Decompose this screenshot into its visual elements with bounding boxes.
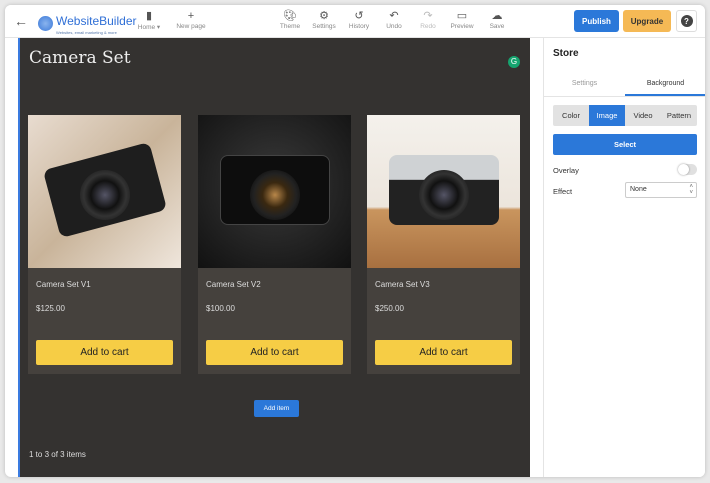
section-title[interactable]: Camera Set (29, 48, 131, 68)
product-name: Camera Set V1 (36, 280, 91, 289)
panel-tabs: Settings Background (544, 72, 705, 97)
grammarly-icon[interactable]: G (508, 56, 520, 68)
segment-image[interactable]: Image (589, 105, 625, 126)
product-image[interactable] (198, 115, 351, 268)
add-item-button[interactable]: Add item (254, 400, 299, 417)
effect-value: None (630, 186, 647, 193)
background-type-selector: Color Image Video Pattern (553, 105, 697, 126)
product-card: Camera Set V3 $250.00 Add to cart (367, 115, 520, 374)
product-card: Camera Set V2 $100.00 Add to cart (198, 115, 351, 374)
upgrade-button[interactable]: Upgrade (623, 10, 671, 32)
new-page-button[interactable]: + New page (173, 9, 209, 30)
item-count: 1 to 3 of 3 items (29, 450, 86, 459)
undo-button[interactable]: ↶ Undo (376, 9, 412, 30)
publish-button[interactable]: Publish (574, 10, 619, 32)
undo-icon: ↶ (389, 10, 399, 22)
product-name: Camera Set V3 (375, 280, 430, 289)
tool-label: Redo (420, 23, 436, 30)
tool-label: New page (176, 23, 206, 30)
product-image[interactable] (367, 115, 520, 268)
preview-button[interactable]: ▭ Preview (444, 9, 480, 30)
product-price: $100.00 (206, 304, 235, 313)
app-window: ← WebsiteBuilder Websites, email marketin… (5, 5, 705, 477)
palette-icon: 🎨︎ (283, 10, 297, 22)
plus-icon: + (187, 10, 195, 22)
theme-button[interactable]: 🎨︎ Theme (272, 9, 308, 30)
tab-settings[interactable]: Settings (544, 72, 625, 96)
tool-label: Home ▾ (137, 24, 161, 31)
product-price: $250.00 (375, 304, 404, 313)
product-image[interactable] (28, 115, 181, 268)
tab-background[interactable]: Background (625, 72, 705, 96)
top-toolbar: ← WebsiteBuilder Websites, email marketin… (5, 5, 705, 38)
redo-icon: ↷ (423, 10, 433, 22)
segment-video[interactable]: Video (625, 105, 661, 126)
help-button[interactable]: ? (676, 10, 697, 32)
product-name: Camera Set V2 (206, 280, 261, 289)
tool-label: Theme (279, 23, 301, 30)
segment-pattern[interactable]: Pattern (661, 105, 697, 126)
overlay-toggle[interactable] (678, 164, 697, 175)
chevron-up-down-icon: ˄ ˅ (689, 184, 693, 196)
history-icon: ↺ (354, 10, 364, 22)
redo-button[interactable]: ↷ Redo (410, 9, 446, 30)
back-arrow-icon[interactable]: ← (14, 13, 28, 29)
add-to-cart-button[interactable]: Add to cart (206, 340, 343, 365)
help-icon: ? (680, 15, 693, 27)
tool-label: Undo (386, 23, 402, 30)
properties-panel: Store Settings Background Color Image Vi… (543, 38, 705, 477)
product-card: Camera Set V1 $125.00 Add to cart (28, 115, 181, 374)
history-button[interactable]: ↺ History (341, 9, 377, 30)
cloud-icon: ☁ (491, 10, 503, 22)
effect-label: Effect (553, 187, 573, 196)
overlay-label: Overlay (553, 166, 579, 175)
monitor-icon: ▭ (456, 10, 468, 22)
logo: WebsiteBuilder Websites, email marketing … (38, 12, 136, 35)
settings-button[interactable]: ⚙ Settings (306, 9, 342, 30)
add-to-cart-button[interactable]: Add to cart (36, 340, 173, 365)
tool-label: Settings (312, 23, 336, 30)
save-button[interactable]: ☁ Save (479, 9, 515, 30)
page-icon: ▮ (145, 10, 153, 22)
logo-tagline: Websites, email marketing & more (56, 30, 117, 35)
gear-icon: ⚙ (319, 10, 329, 22)
globe-icon (38, 16, 53, 31)
effect-select[interactable]: None ˄ ˅ (625, 182, 697, 198)
tool-label: Preview (450, 23, 474, 30)
tool-label: History (348, 23, 370, 30)
home-page-dropdown[interactable]: ▮ Home ▾ (131, 9, 167, 31)
toggle-knob (678, 164, 689, 175)
segment-color[interactable]: Color (553, 105, 589, 126)
editor-canvas: Camera Set G Camera Set V1 $125.00 Add t… (18, 38, 530, 477)
product-price: $125.00 (36, 304, 65, 313)
panel-title: Store (553, 48, 579, 59)
logo-text: WebsiteBuilder (56, 14, 137, 28)
tool-label: Save (489, 23, 505, 30)
select-image-button[interactable]: Select (553, 134, 697, 155)
add-to-cart-button[interactable]: Add to cart (375, 340, 512, 365)
